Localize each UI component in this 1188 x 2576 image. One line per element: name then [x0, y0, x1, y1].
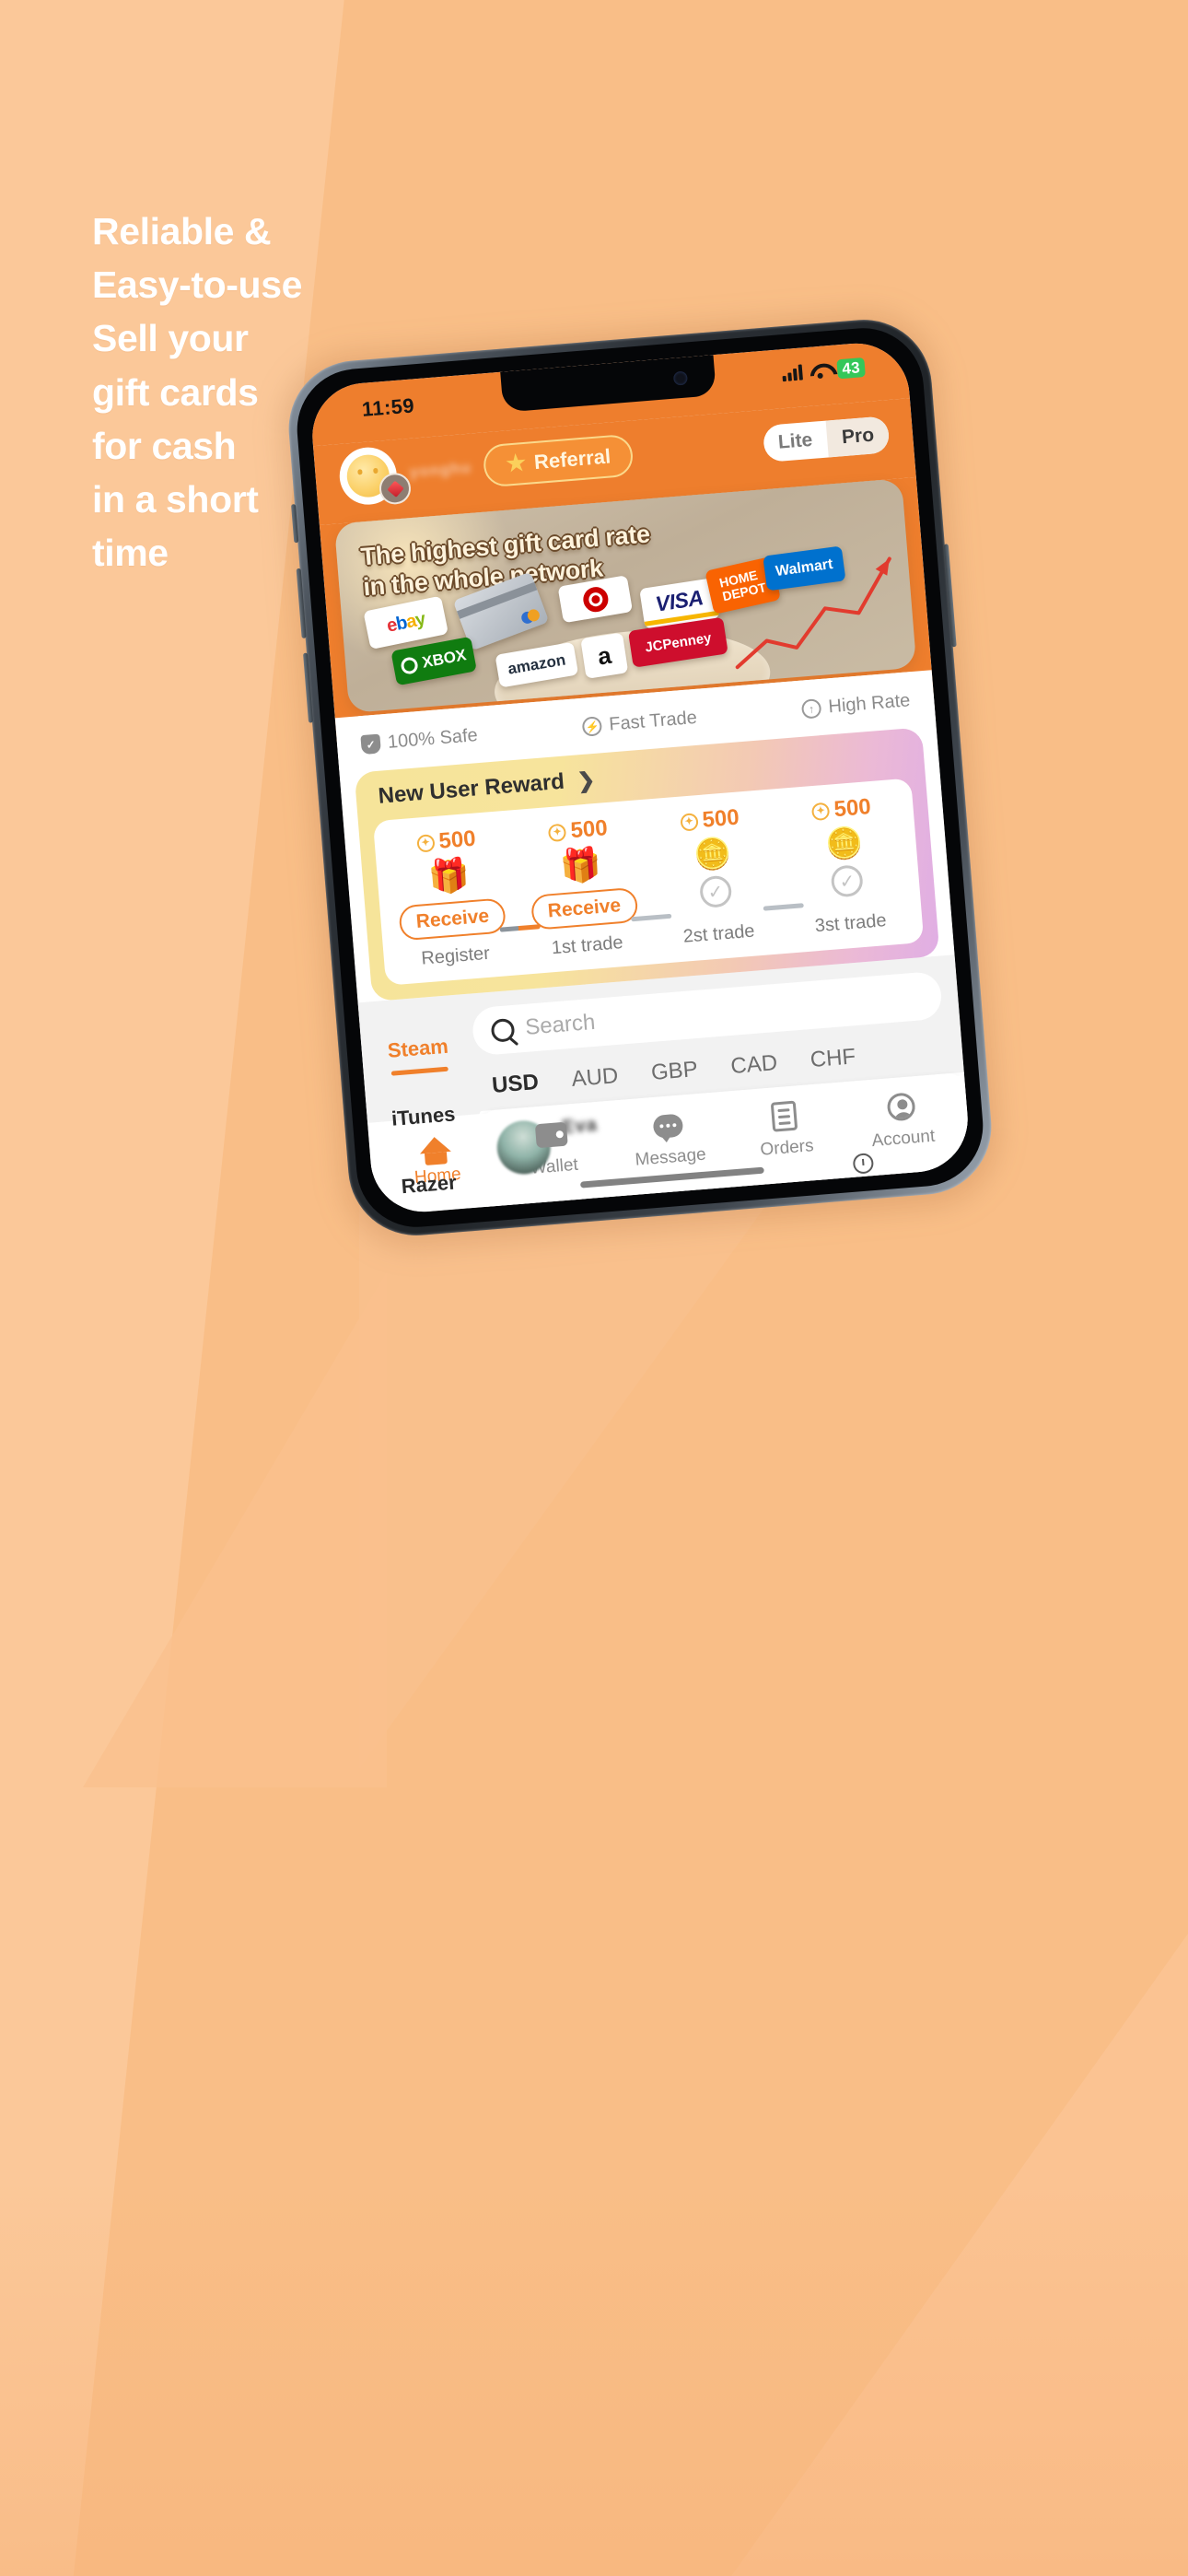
currency-tab-gbp[interactable]: GBP	[650, 1057, 699, 1086]
tab-message[interactable]: Message	[609, 1106, 729, 1173]
reward-step-label: 1st trade	[550, 932, 624, 959]
currency-tab-chf[interactable]: CHF	[809, 1044, 856, 1073]
coin-stack-icon: 🪙	[823, 824, 865, 862]
currency-tab-aud[interactable]: AUD	[571, 1063, 620, 1093]
coin-stack-icon: 🪙	[692, 835, 733, 872]
ebay-logo-icon: ebay	[363, 595, 449, 650]
chevron-right-icon[interactable]: ❯	[577, 767, 596, 792]
referral-button[interactable]: ★ Referral	[482, 433, 635, 488]
amazon-logo-icon: amazon	[495, 641, 579, 688]
reward-amount-value: 500	[569, 815, 609, 844]
phone-notch	[500, 355, 716, 413]
headline-line: Easy-to-use	[92, 263, 303, 307]
coin-icon: ✦	[547, 823, 567, 842]
offer-fast-tag: Fast	[568, 1207, 658, 1216]
message-icon	[652, 1109, 684, 1142]
headline-line: Sell your	[92, 317, 249, 360]
status-bar-indicators: 43	[782, 357, 866, 383]
reward-receive-button[interactable]: Receive	[530, 886, 639, 931]
phone-mockup: 11:59 43 yonghu ★ Referral Lite Pro The …	[277, 309, 1003, 1252]
feature-safe: ✓ 100% Safe	[360, 725, 478, 755]
feature-fast: ⚡ Fast Trade	[581, 707, 698, 738]
coin-icon: ✦	[679, 812, 699, 832]
reward-step-label: 2st trade	[681, 920, 756, 947]
target-logo-icon	[557, 575, 634, 624]
reward-step-label: 3st trade	[813, 910, 888, 937]
reward-amount: ✦ 500	[547, 815, 609, 846]
mode-toggle[interactable]: Lite Pro	[762, 416, 891, 463]
reward-step-third-trade: ✦ 500 🪙 ✓ 3st trade	[775, 791, 917, 941]
tab-orders[interactable]: Orders	[725, 1096, 845, 1164]
step-check-icon: ✓	[698, 874, 733, 909]
reward-amount: ✦ 500	[679, 804, 740, 836]
lightning-icon: ⚡	[581, 716, 603, 737]
tab-account-label: Account	[870, 1126, 936, 1152]
orders-icon	[771, 1100, 798, 1133]
star-icon: ★	[505, 450, 528, 477]
battery-indicator: 43	[836, 357, 866, 380]
reward-step-register: ✦ 500 🎁 Receive Register	[379, 823, 541, 972]
background-triangle-left	[83, 1271, 387, 1787]
currency-tab-cad[interactable]: CAD	[729, 1050, 778, 1080]
background-gradient-bottom	[0, 2180, 1188, 2576]
mode-option-lite[interactable]: Lite	[762, 421, 828, 463]
phone-bezel: 11:59 43 yonghu ★ Referral Lite Pro The …	[292, 323, 988, 1232]
tab-account[interactable]: Account	[842, 1086, 962, 1153]
status-bar-time: 11:59	[360, 393, 415, 421]
reward-amount-value: 500	[437, 825, 477, 854]
wifi-icon	[809, 362, 831, 380]
coin-icon: ✦	[811, 802, 831, 821]
step-check-icon: ✓	[830, 864, 865, 898]
reward-amount-value: 500	[833, 794, 872, 823]
reward-amount: ✦ 500	[811, 794, 872, 825]
username-label: yonghu	[408, 458, 472, 481]
search-icon	[490, 1017, 516, 1043]
reward-step-label: Register	[420, 943, 491, 969]
gift-icon: 🎁	[558, 844, 603, 886]
category-sidebar: Steam iTunes Razer Xbox Vanilla	[357, 993, 480, 1198]
sidebar-item-xbox[interactable]: Xbox	[376, 1214, 494, 1216]
gift-icon: 🎁	[426, 855, 472, 896]
feature-safe-label: 100% Safe	[387, 725, 479, 753]
cellular-signal-icon	[782, 364, 804, 382]
phone-screen: 11:59 43 yonghu ★ Referral Lite Pro The …	[308, 339, 973, 1216]
jcpenney-logo-icon: JCPenney	[627, 616, 728, 668]
tab-orders-label: Orders	[759, 1136, 815, 1160]
reward-receive-button[interactable]: Receive	[398, 897, 507, 942]
referral-label: Referral	[533, 444, 611, 474]
mode-option-pro[interactable]: Pro	[825, 416, 891, 458]
rate-icon: ↑	[800, 698, 822, 720]
account-icon	[886, 1090, 916, 1123]
reward-title: New User Reward	[377, 768, 565, 809]
diamond-badge-icon	[378, 472, 413, 506]
reward-amount: ✦ 500	[415, 825, 477, 857]
apple-logo-icon: a	[580, 632, 629, 679]
headline-line: Reliable &	[92, 210, 272, 252]
wallet-icon	[535, 1118, 569, 1153]
reward-step-second-trade: ✦ 500 🪙 ✓ 2st trade	[643, 802, 804, 951]
avatar[interactable]	[337, 445, 413, 508]
feature-fast-label: Fast Trade	[608, 707, 698, 735]
coin-icon: ✦	[415, 833, 436, 853]
feature-rate: ↑ High Rate	[800, 690, 912, 720]
shield-icon: ✓	[360, 733, 381, 755]
sidebar-item-steam[interactable]: Steam	[359, 1011, 477, 1088]
front-camera-icon	[672, 370, 688, 386]
tab-message-label: Message	[634, 1144, 707, 1170]
xbox-logo-icon: XBOX	[390, 636, 477, 686]
new-user-reward-card[interactable]: New User Reward ❯ ✦ 500 🎁 Receive Regist…	[354, 727, 940, 1002]
phone-frame: 11:59 43 yonghu ★ Referral Lite Pro The …	[283, 314, 997, 1241]
reward-amount-value: 500	[701, 804, 740, 833]
search-placeholder: Search	[524, 1009, 597, 1040]
currency-tab-usd[interactable]: USD	[491, 1070, 540, 1099]
reward-step-first-trade: ✦ 500 🎁 Receive 1st trade	[511, 813, 672, 962]
feature-rate-label: High Rate	[827, 690, 912, 718]
